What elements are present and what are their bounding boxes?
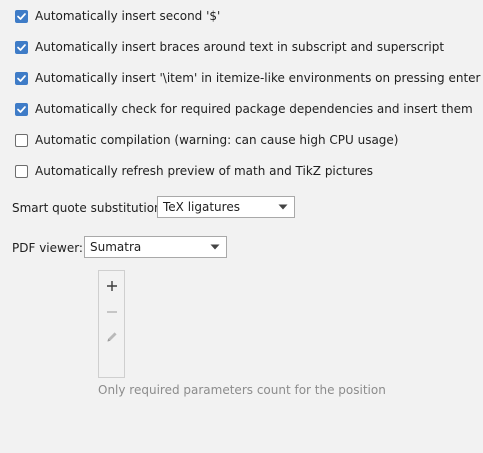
chevron-down-icon xyxy=(204,244,226,250)
pdf-viewer-value: Sumatra xyxy=(90,240,142,254)
parameter-toolbar xyxy=(98,270,125,378)
checkbox[interactable] xyxy=(15,71,28,85)
checkmark-icon xyxy=(17,12,26,20)
pdf-viewer-select[interactable]: Sumatra xyxy=(84,236,227,258)
checkbox[interactable] xyxy=(15,40,28,54)
checkbox-label: Automatically refresh preview of math an… xyxy=(35,164,373,178)
position-hint-text: Only required parameters count for the p… xyxy=(98,383,386,397)
checkbox-label: Automatically insert '\item' in itemize-… xyxy=(35,71,481,85)
checkbox[interactable] xyxy=(15,164,28,178)
checkmark-icon xyxy=(17,74,26,82)
smart-quote-label: Smart quote substitution: xyxy=(12,201,166,215)
remove-button[interactable] xyxy=(101,301,123,323)
checkbox-label: Automatically check for required package… xyxy=(35,102,473,116)
smart-quote-row: Smart quote substitution: xyxy=(12,197,166,219)
checkmark-icon xyxy=(17,105,26,113)
chevron-down-icon xyxy=(272,204,294,210)
checkbox-label: Automatically insert second '$' xyxy=(35,9,221,23)
smart-quote-select[interactable]: TeX ligatures xyxy=(157,196,295,218)
checkbox-row-insert-second-dollar[interactable]: Automatically insert second '$' xyxy=(15,7,220,25)
checkbox-row-insert-item[interactable]: Automatically insert '\item' in itemize-… xyxy=(15,69,480,87)
checkbox-label: Automatic compilation (warning: can caus… xyxy=(35,133,399,147)
checkbox[interactable] xyxy=(15,133,28,147)
minus-icon xyxy=(107,311,117,313)
checkbox-row-refresh-preview[interactable]: Automatically refresh preview of math an… xyxy=(15,162,373,180)
checkbox[interactable] xyxy=(15,9,28,23)
pdf-viewer-row: PDF viewer: xyxy=(12,237,83,259)
checkbox-row-insert-braces[interactable]: Automatically insert braces around text … xyxy=(15,38,444,56)
add-button[interactable] xyxy=(101,275,123,297)
smart-quote-value: TeX ligatures xyxy=(163,200,240,214)
checkbox-label: Automatically insert braces around text … xyxy=(35,40,445,54)
pdf-viewer-label: PDF viewer: xyxy=(12,241,83,255)
checkmark-icon xyxy=(17,43,26,51)
settings-panel: Automatically insert second '$' Automati… xyxy=(0,0,483,453)
edit-button[interactable] xyxy=(101,326,123,348)
plus-icon xyxy=(107,281,117,291)
checkbox-row-check-dependencies[interactable]: Automatically check for required package… xyxy=(15,100,473,118)
pencil-icon xyxy=(107,332,117,342)
checkbox[interactable] xyxy=(15,102,28,116)
checkbox-row-automatic-compilation[interactable]: Automatic compilation (warning: can caus… xyxy=(15,131,398,149)
